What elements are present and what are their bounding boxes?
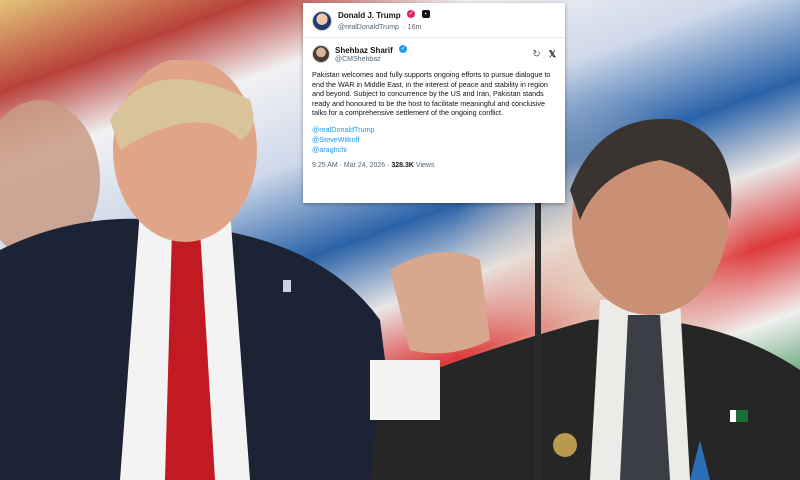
mention-list: @realDonaldTrump @SteveWitkoff @araghchi — [312, 125, 556, 155]
refresh-icon[interactable]: ↻ — [532, 49, 540, 60]
post-timestamp: 9:25 AM · Mar 24, 2026 · — [312, 161, 392, 169]
mention-link[interactable]: @SteveWitkoff — [312, 135, 556, 145]
sharif-avatar — [312, 45, 330, 63]
trump-avatar — [312, 10, 332, 31]
mention-link[interactable]: @araghchi — [312, 145, 556, 155]
tweet-screenshot-card: Donald J. Trump ✓ ▪ @realDonaldTrump · 1… — [303, 3, 565, 203]
quoted-author-name[interactable]: Shehbaz Sharif — [335, 46, 393, 55]
affiliate-square-icon: ▪ — [421, 9, 430, 18]
outer-handle[interactable]: @realDonaldTrump — [338, 24, 399, 31]
verified-badge-icon: ✓ — [399, 44, 408, 53]
outer-post-header: Donald J. Trump ✓ ▪ @realDonaldTrump · 1… — [312, 9, 556, 32]
outer-time: 16m — [407, 24, 422, 31]
quoted-post-text: Pakistan welcomes and fully supports ong… — [312, 70, 551, 118]
post-meta: 9:25 AM · Mar 24, 2026 · 328.3K Views — [312, 162, 556, 169]
outer-author-name[interactable]: Donald J. Trump — [338, 11, 401, 20]
views-label: Views — [413, 161, 435, 169]
quoted-handle[interactable]: @CMShehbaz — [335, 55, 527, 64]
views-count: 328.3K — [391, 161, 414, 169]
verified-badge-icon: ✓ — [407, 9, 416, 18]
quoted-post-header: Shehbaz Sharif ✓ @CMShehbaz ↻ 𝕏 — [312, 44, 556, 64]
card-divider — [303, 37, 565, 38]
mention-link[interactable]: @realDonaldTrump — [312, 125, 556, 135]
x-logo-icon[interactable]: 𝕏 — [549, 49, 556, 60]
